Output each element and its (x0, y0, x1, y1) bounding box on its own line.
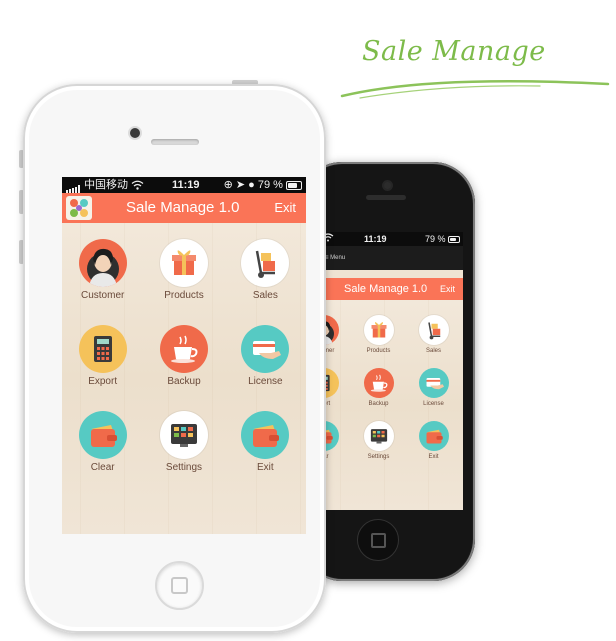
status-left: 中国移动 (66, 177, 144, 194)
menu-bar[interactable]: ≡ Menu (322, 246, 463, 270)
earpiece-speaker (366, 195, 406, 200)
status-battery-percent: 79 % (257, 179, 283, 191)
front-camera (130, 128, 140, 138)
menu-item-label: Sales (425, 348, 441, 354)
menu-item-control-panel[interactable]: Settings (351, 421, 406, 460)
menu-item-label: Settings (367, 454, 390, 460)
brand-banner: Sale Manage (340, 32, 610, 102)
wallet-exit-icon (241, 411, 290, 459)
menu-item-control-panel[interactable]: Settings (143, 411, 224, 473)
menu-item-label: Products (164, 290, 204, 301)
front-phone-screen: 中国移动 11:19 ⊕ ➤ ● 79 % Sale Manage 1.0 Ex… (62, 177, 306, 534)
menu-item-wallet-exit[interactable]: Exit (225, 411, 306, 473)
front-camera (384, 182, 391, 189)
signal-bars-icon (66, 177, 81, 194)
wallet-exit-icon (418, 421, 449, 451)
menu-item-label: Export (88, 376, 118, 387)
control-panel-icon (159, 411, 208, 459)
gift-box-icon (159, 239, 208, 287)
back-phone: 11:19 79 % ≡ Menu Sale Manage 1.0 Exit u… (300, 162, 475, 581)
front-phone: 中国移动 11:19 ⊕ ➤ ● 79 % Sale Manage 1.0 Ex… (23, 84, 326, 633)
menu-item-label: Backup (368, 401, 389, 407)
gift-box-icon (363, 315, 394, 345)
card-in-hand-icon (418, 368, 449, 398)
app-title-bar: Sale Manage 1.0 Exit (322, 278, 463, 300)
menu-item-hand-truck[interactable]: Sales (406, 315, 461, 354)
menu-item-card-in-hand[interactable]: License (225, 325, 306, 387)
status-time: 11:19 (172, 179, 200, 191)
hand-truck-icon (418, 315, 449, 345)
menu-item-gift-box[interactable]: Products (351, 315, 406, 354)
colorful-pinwheel-logo-icon (66, 196, 92, 220)
menu-item-label: Clear (90, 462, 115, 473)
status-carrier: 中国移动 (84, 179, 129, 191)
status-battery-percent: 79 % (424, 234, 446, 244)
menu-item-wallet[interactable]: Clear (62, 411, 143, 473)
menu-item-label: Customer (80, 290, 125, 301)
home-button[interactable] (155, 561, 204, 610)
coffee-cup-icon (159, 325, 208, 373)
back-phone-screen: 11:19 79 % ≡ Menu Sale Manage 1.0 Exit u… (322, 232, 463, 510)
calculator-icon (78, 325, 127, 373)
menu-item-hand-truck[interactable]: Sales (225, 239, 306, 301)
status-right: ⊕ ➤ ● 79 % (224, 177, 302, 193)
menu-item-customer[interactable]: ustomer (322, 315, 351, 354)
status-bar: 中国移动 11:19 ⊕ ➤ ● 79 % (62, 177, 306, 194)
menu-item-gift-box[interactable]: Products (143, 239, 224, 301)
home-button[interactable] (357, 519, 399, 561)
menu-item-coffee-cup[interactable]: Backup (351, 368, 406, 407)
earpiece-speaker (151, 139, 199, 145)
menu-item-label: License (248, 376, 283, 387)
menu-item-label: Backup (167, 376, 201, 387)
menu-item-customer[interactable]: Customer (62, 239, 143, 301)
menu-grid: Customer Products Sales Export Backup License… (62, 239, 306, 473)
customer-icon (78, 239, 127, 287)
menu-item-label: Exit (256, 462, 274, 473)
wallet-icon (78, 411, 127, 459)
menu-item-label: Settings (165, 462, 203, 473)
alarm-icon: ● (248, 179, 255, 191)
wifi-icon (131, 180, 144, 190)
battery-icon (448, 236, 460, 244)
menu-item-label: Products (366, 348, 391, 354)
menu-item-coffee-cup[interactable]: Backup (143, 325, 224, 387)
menu-item-label: License (423, 401, 444, 407)
app-title-bar: Sale Manage 1.0 Exit (62, 193, 306, 223)
menu-item-calculator[interactable]: xport (322, 368, 351, 407)
exit-link[interactable]: Exit (440, 278, 455, 300)
brand-swoosh-decoration (340, 80, 610, 99)
status-time: 11:19 (364, 234, 387, 244)
app-title: Sale Manage 1.0 (126, 199, 240, 216)
control-panel-icon (363, 421, 394, 451)
menu-item-wallet-exit[interactable]: Exit (406, 421, 461, 460)
status-bar: 11:19 79 % (322, 232, 463, 246)
battery-icon (286, 180, 302, 190)
menu-item-wallet[interactable]: lear (322, 421, 351, 460)
menu-grid: ustomer Products Sales xport Backup License le… (322, 315, 461, 460)
app-title: Sale Manage 1.0 (344, 283, 428, 295)
menu-item-calculator[interactable]: Export (62, 325, 143, 387)
menu-item-label: Exit (428, 454, 439, 460)
menu-item-label: Sales (252, 290, 278, 301)
menu-item-card-in-hand[interactable]: License (406, 368, 461, 407)
card-in-hand-icon (241, 325, 290, 373)
exit-link[interactable]: Exit (274, 193, 296, 223)
coffee-cup-icon (363, 368, 394, 398)
status-right: 79 % (425, 232, 460, 246)
location-icon: ➤ (235, 179, 246, 191)
rotation-lock-icon: ⊕ (223, 179, 233, 191)
hand-truck-icon (241, 239, 290, 287)
brand-title: Sale Manage (362, 36, 546, 67)
